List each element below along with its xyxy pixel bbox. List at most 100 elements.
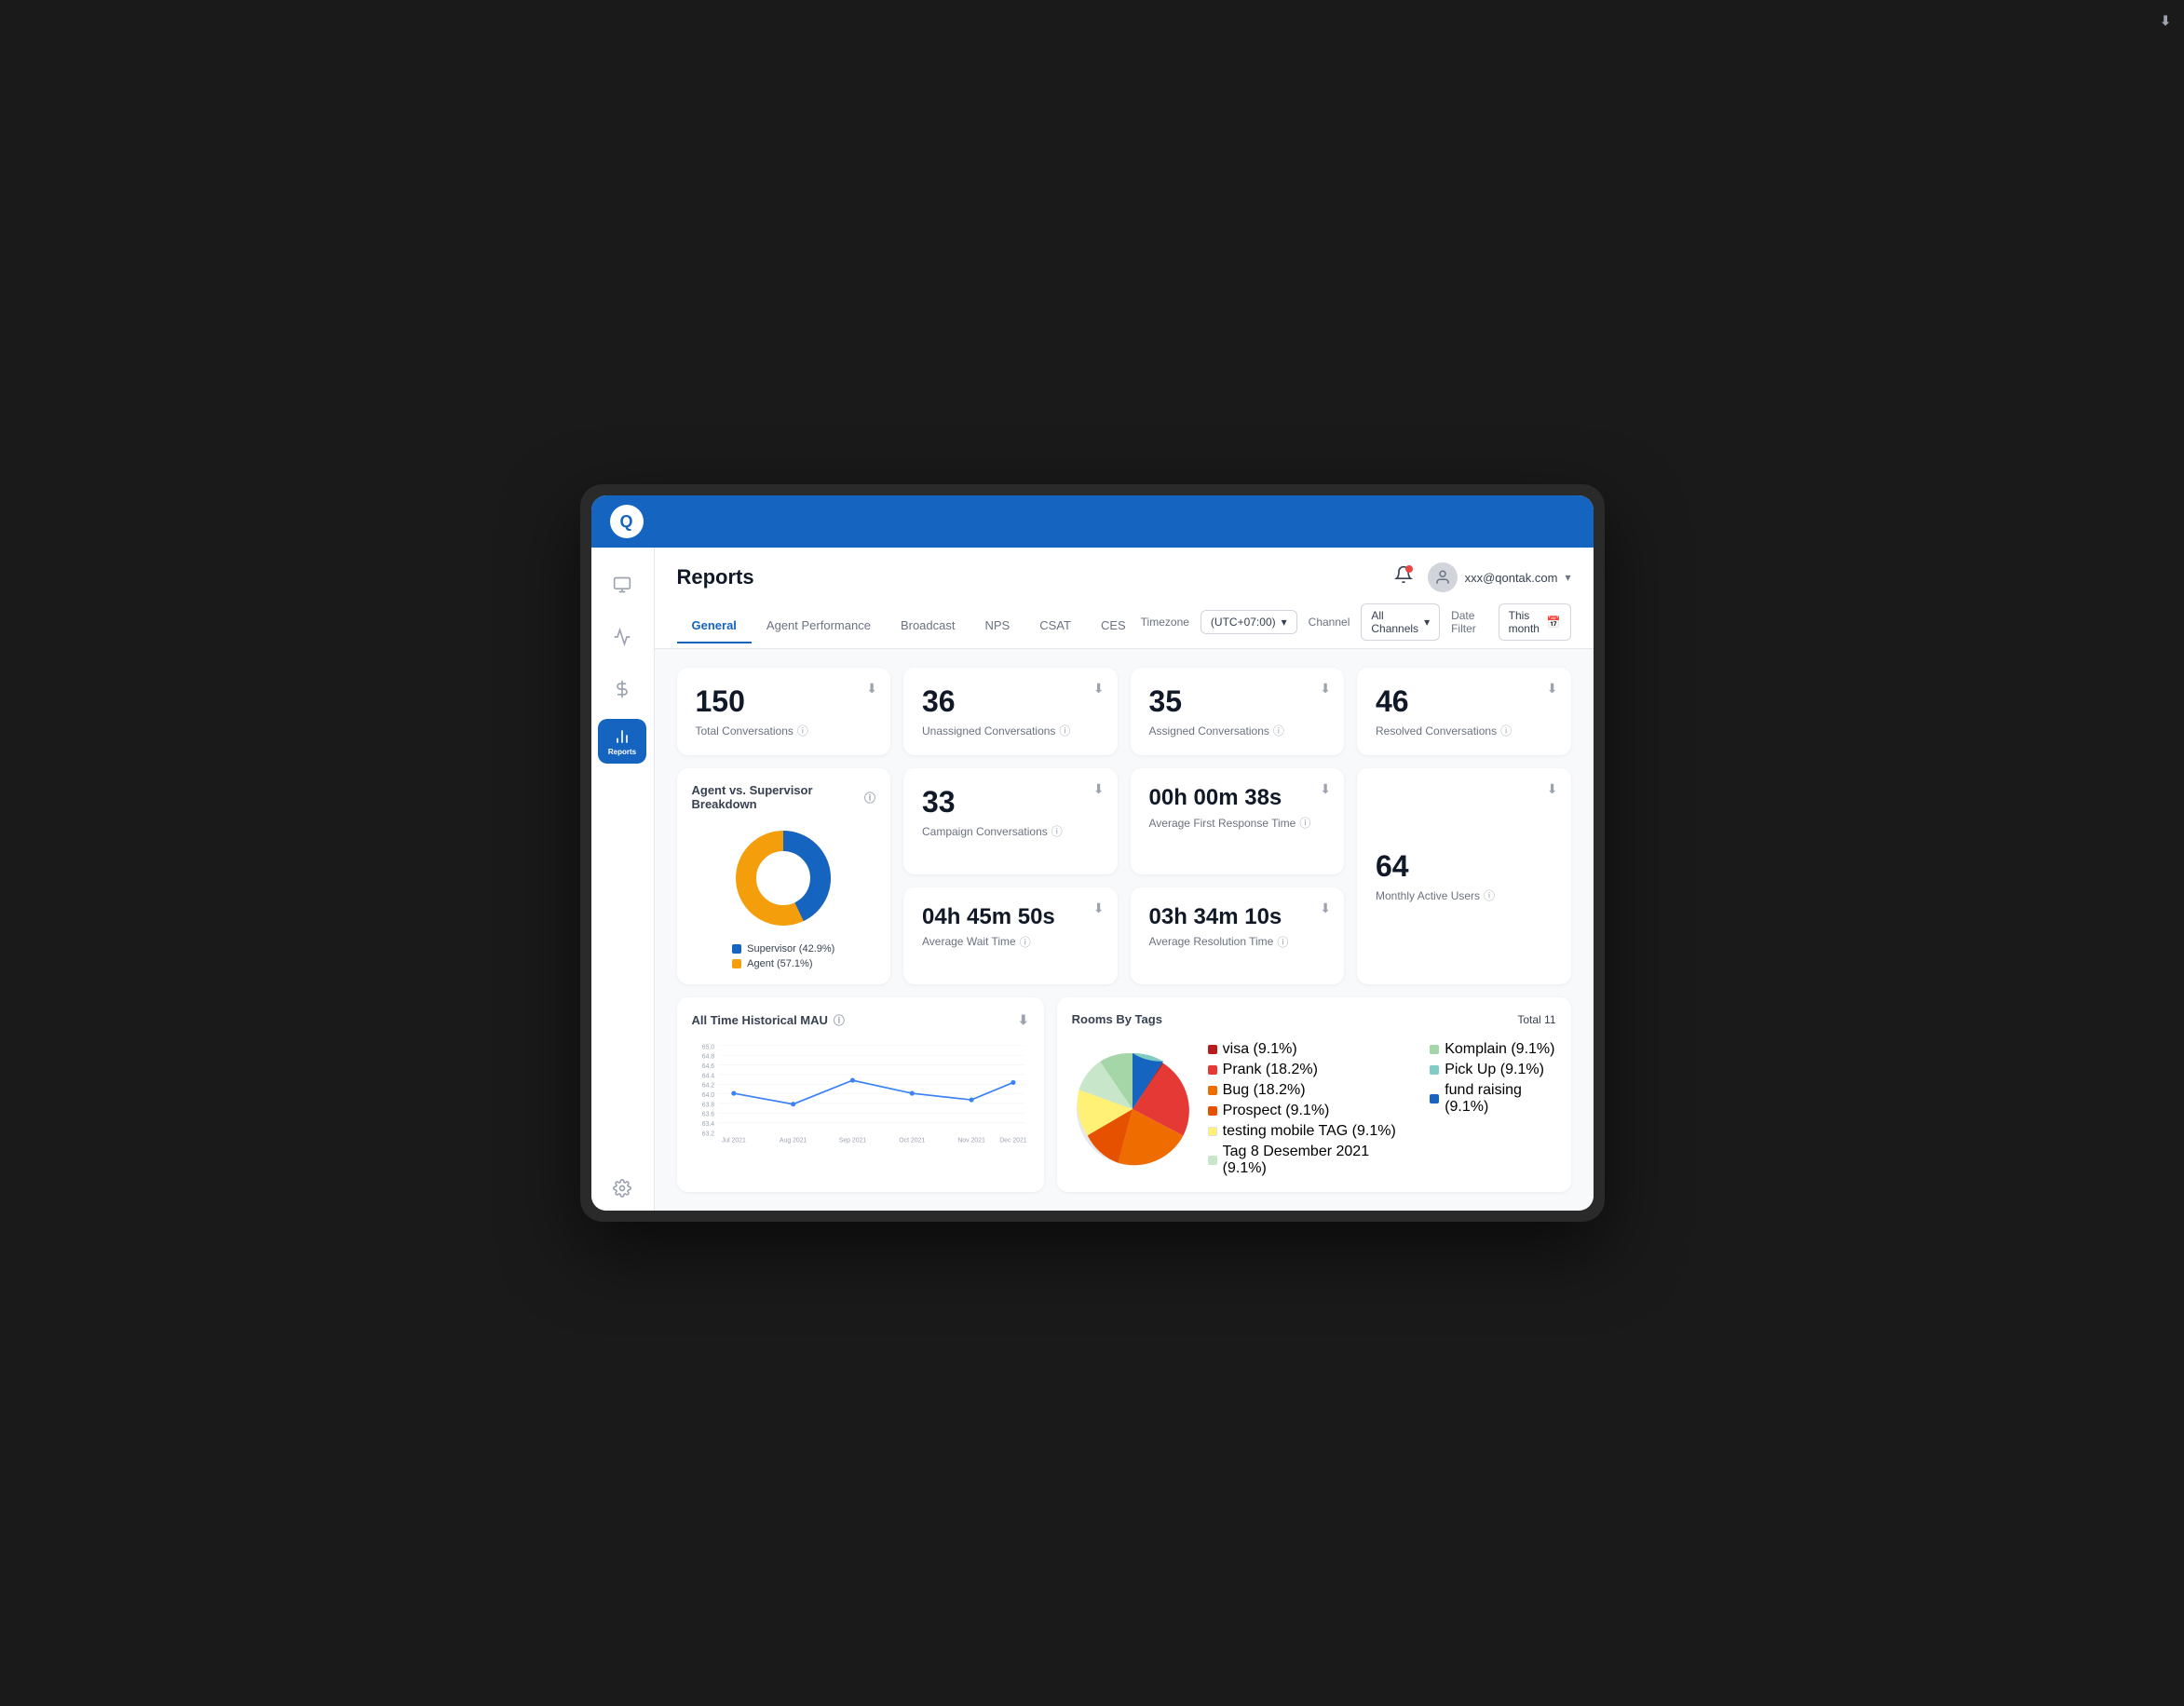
- download-icon[interactable]: ⬇: [1018, 1012, 1029, 1028]
- download-icon[interactable]: ⬇: [1320, 900, 1331, 916]
- stat-avg-resolution-time: ⬇ 03h 34m 10s Average Resolution Time ⓘ: [1131, 887, 1345, 985]
- download-icon[interactable]: ⬇: [1093, 781, 1105, 797]
- info-icon[interactable]: ⓘ: [864, 790, 875, 806]
- info-icon[interactable]: ⓘ: [1484, 887, 1495, 903]
- rooms-by-tags-card: Rooms By Tags Total 11 ⬇: [1057, 997, 1571, 1192]
- resolved-conversations-label: Resolved Conversations ⓘ: [1376, 723, 1553, 738]
- filters-row: Timezone (UTC+07:00) ▾ Channel All Chann…: [1141, 603, 1571, 648]
- download-icon[interactable]: ⬇: [1547, 681, 1558, 697]
- agent-color: [732, 959, 741, 968]
- stat-monthly-active-users: ⬇ 64 Monthly Active Users ⓘ: [1357, 768, 1571, 984]
- download-icon[interactable]: ⬇: [1547, 781, 1558, 797]
- rooms-legend-left: visa (9.1%) Prank (18.2%): [1208, 1041, 1397, 1177]
- tab-general[interactable]: General: [677, 609, 752, 643]
- timezone-select[interactable]: (UTC+07:00) ▾: [1201, 610, 1297, 634]
- assigned-conversations-label: Assigned Conversations ⓘ: [1149, 723, 1326, 738]
- download-icon[interactable]: ⬇: [866, 681, 877, 697]
- legend-prank: Prank (18.2%): [1208, 1062, 1397, 1078]
- channel-select[interactable]: All Channels ▾: [1361, 603, 1440, 641]
- svg-text:Dec 2021: Dec 2021: [999, 1137, 1027, 1144]
- avg-first-response-number: 00h 00m 38s: [1149, 785, 1326, 811]
- svg-text:63.6: 63.6: [701, 1112, 714, 1118]
- rooms-legend: visa (9.1%) Prank (18.2%): [1208, 1041, 1556, 1177]
- total-conversations-number: 150: [696, 684, 873, 719]
- sidebar-item-reports-label: Reports: [608, 748, 636, 756]
- avatar: [1428, 562, 1458, 592]
- tab-csat[interactable]: CSAT: [1024, 609, 1086, 643]
- rooms-total: Total 11 ⬇: [1517, 1013, 1555, 1026]
- campaign-conversations-number: 33: [922, 785, 1099, 819]
- legend-supervisor: Supervisor (42.9%): [732, 943, 834, 955]
- legend-testing: testing mobile TAG (9.1%): [1208, 1123, 1397, 1140]
- info-icon[interactable]: ⓘ: [1299, 815, 1310, 831]
- legend-bug: Bug (18.2%): [1208, 1082, 1397, 1099]
- breakdown-title: Agent vs. Supervisor Breakdown ⓘ ⬇: [692, 783, 876, 811]
- info-icon[interactable]: ⓘ: [1051, 823, 1063, 839]
- page-title: Reports: [677, 565, 754, 589]
- download-icon[interactable]: ⬇: [1320, 781, 1331, 797]
- sidebar-item-sales[interactable]: [598, 667, 646, 711]
- chevron-down-icon: ▾: [1565, 571, 1570, 584]
- unassigned-conversations-label: Unassigned Conversations ⓘ: [922, 723, 1099, 738]
- stat-avg-wait-time: ⬇ 04h 45m 50s Average Wait Time ⓘ: [903, 887, 1118, 985]
- chevron-down-icon: ▾: [1424, 616, 1430, 629]
- chevron-down-icon: ▾: [1282, 616, 1287, 629]
- legend-visa: visa (9.1%): [1208, 1041, 1397, 1058]
- sidebar-item-inbox[interactable]: [598, 562, 646, 607]
- svg-text:64.2: 64.2: [701, 1083, 714, 1090]
- legend-pickup: Pick Up (9.1%): [1430, 1062, 1555, 1078]
- date-filter-label: Date Filter: [1451, 609, 1487, 635]
- channel-label: Channel: [1309, 616, 1350, 629]
- info-icon[interactable]: ⓘ: [834, 1012, 845, 1028]
- total-conversations-label: Total Conversations ⓘ: [696, 723, 873, 738]
- svg-text:Aug 2021: Aug 2021: [779, 1137, 807, 1144]
- svg-text:Jul 2021: Jul 2021: [721, 1137, 745, 1144]
- avg-wait-time-label: Average Wait Time ⓘ: [922, 934, 1099, 950]
- download-icon[interactable]: ⬇: [1320, 681, 1331, 697]
- info-icon[interactable]: ⓘ: [1059, 723, 1070, 738]
- resolved-conversations-number: 46: [1376, 684, 1553, 719]
- bottom-row: All Time Historical MAU ⓘ ⬇ 65.0 64.8 64…: [677, 997, 1571, 1192]
- info-icon[interactable]: ⓘ: [1500, 723, 1512, 738]
- mau-line-chart: 65.0 64.8 64.6 64.4 64.2 64.0 63.8 63.6 …: [692, 1036, 1029, 1147]
- info-icon[interactable]: ⓘ: [797, 723, 808, 738]
- info-icon[interactable]: ⓘ: [1277, 934, 1288, 950]
- donut-legend: Supervisor (42.9%) Agent (57.1%): [732, 943, 834, 969]
- legend-prospect: Prospect (9.1%): [1208, 1103, 1397, 1119]
- tab-broadcast[interactable]: Broadcast: [886, 609, 970, 643]
- legend-fundraising: fund raising (9.1%): [1430, 1082, 1555, 1116]
- supervisor-color: [732, 944, 741, 954]
- notification-button[interactable]: [1394, 565, 1413, 589]
- avg-resolution-time-label: Average Resolution Time ⓘ: [1149, 934, 1326, 950]
- svg-text:63.4: 63.4: [701, 1121, 714, 1128]
- svg-text:64.4: 64.4: [701, 1073, 714, 1079]
- calendar-icon: 📅: [1547, 616, 1561, 629]
- sidebar: Reports: [591, 548, 655, 1211]
- user-menu[interactable]: xxx@qontak.com ▾: [1428, 562, 1571, 592]
- tab-agent-performance[interactable]: Agent Performance: [752, 609, 886, 643]
- assigned-conversations-number: 35: [1149, 684, 1326, 719]
- tab-nps[interactable]: NPS: [970, 609, 1024, 643]
- stats-row-1: ⬇ 150 Total Conversations ⓘ ⬇ 36 Unassi: [677, 668, 1571, 755]
- top-bar: Q: [591, 495, 1594, 548]
- info-icon[interactable]: ⓘ: [1020, 934, 1031, 950]
- legend-komplain: Komplain (9.1%): [1430, 1041, 1555, 1058]
- user-email: xxx@qontak.com: [1465, 571, 1558, 585]
- stat-avg-first-response: ⬇ 00h 00m 38s Average First Response Tim…: [1131, 768, 1345, 874]
- sidebar-item-reports[interactable]: Reports: [598, 719, 646, 764]
- rooms-legend-right: Komplain (9.1%) Pick Up (9.1%): [1430, 1041, 1555, 1177]
- mau-chart-title: All Time Historical MAU ⓘ ⬇: [692, 1012, 1029, 1028]
- monthly-active-users-number: 64: [1376, 849, 1553, 884]
- monthly-active-users-label: Monthly Active Users ⓘ: [1376, 887, 1553, 903]
- timezone-label: Timezone: [1141, 616, 1189, 629]
- download-icon[interactable]: ⬇: [1093, 900, 1105, 916]
- tab-ces[interactable]: CES: [1086, 609, 1141, 643]
- sidebar-item-settings[interactable]: [598, 1166, 646, 1211]
- date-filter-select[interactable]: This month 📅: [1499, 603, 1571, 641]
- legend-tag8: Tag 8 Desember 2021 (9.1%): [1208, 1144, 1397, 1177]
- stat-campaign-conversations: ⬇ 33 Campaign Conversations ⓘ: [903, 768, 1118, 874]
- download-icon[interactable]: ⬇: [1093, 681, 1105, 697]
- app-logo: Q: [610, 505, 644, 538]
- sidebar-item-broadcast[interactable]: [598, 615, 646, 659]
- info-icon[interactable]: ⓘ: [1273, 723, 1284, 738]
